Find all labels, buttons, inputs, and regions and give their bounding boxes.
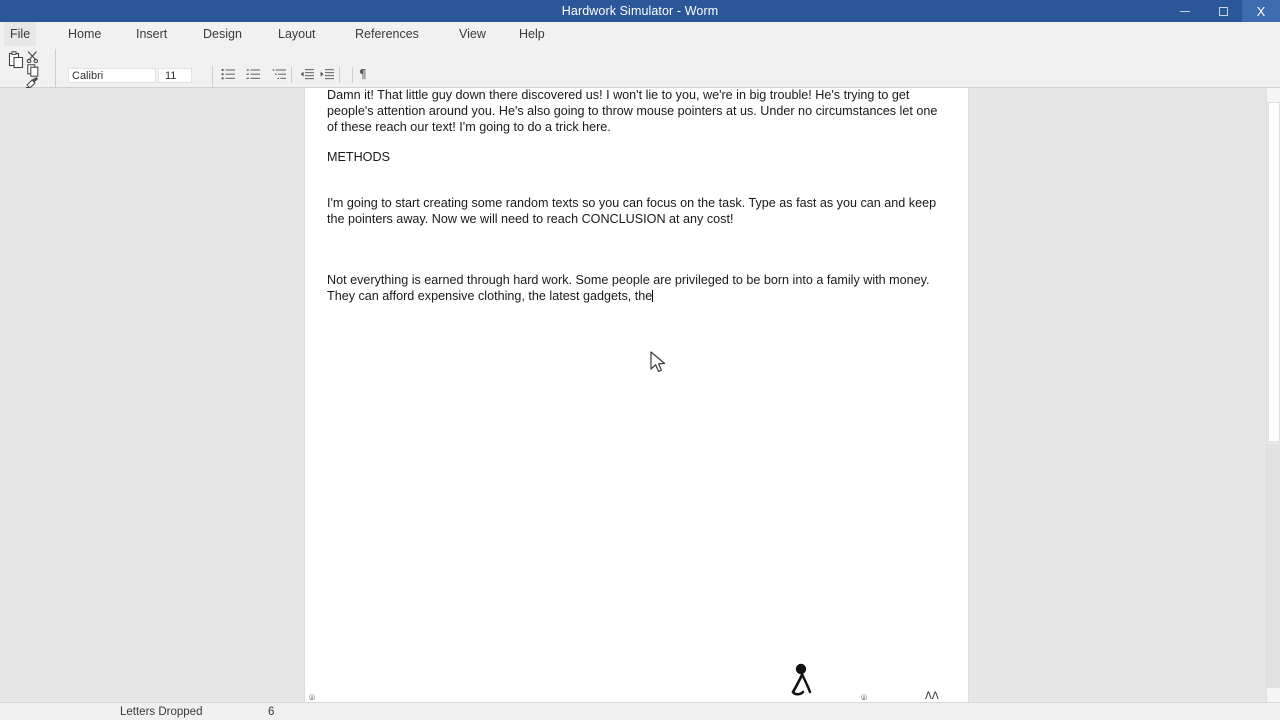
window-controls: X	[1166, 0, 1280, 22]
svg-text:¶: ¶	[359, 67, 367, 81]
tab-view[interactable]: View	[459, 22, 486, 46]
scroll-down-button[interactable]	[1267, 688, 1280, 702]
scroll-up-button[interactable]	[1267, 88, 1280, 102]
pointer-glyph-right: ᐱᐱ	[925, 691, 939, 702]
multilevel-list-icon[interactable]	[272, 68, 287, 81]
tab-help[interactable]: Help	[519, 22, 545, 46]
document-canvas[interactable]: Damn it! That little guy down there disc…	[0, 88, 1266, 702]
ribbon-divider-marks	[339, 67, 340, 83]
tab-file[interactable]: File	[4, 22, 37, 46]
maximize-button[interactable]	[1204, 0, 1242, 22]
tab-references[interactable]: References	[355, 22, 419, 46]
bullet-list-icon[interactable]	[221, 68, 236, 81]
tab-design[interactable]: Design	[203, 22, 242, 46]
scrollbar-thumb[interactable]	[1268, 102, 1280, 442]
font-size-input[interactable]: 11	[158, 68, 192, 83]
paste-icon[interactable]	[8, 51, 24, 69]
window-title: Hardwork Simulator - Worm	[561, 4, 719, 18]
scissors-icon[interactable]	[26, 50, 39, 63]
show-formatting-marks-icon[interactable]: ¶	[359, 67, 369, 81]
paragraph-intro: Damn it! That little guy down there disc…	[327, 88, 941, 134]
vertical-scrollbar[interactable]	[1266, 88, 1280, 702]
paragraph-last-text: Not everything is earned through hard wo…	[327, 273, 933, 303]
worm-sprite	[789, 663, 819, 699]
text-caret	[652, 290, 654, 302]
increase-indent-icon[interactable]	[320, 68, 335, 81]
minimize-button[interactable]	[1166, 0, 1204, 22]
pointer-glyph-mid: ⌾	[861, 693, 867, 702]
application-window: Hardwork Simulator - Worm X File Home In…	[0, 0, 1280, 720]
title-bar: Hardwork Simulator - Worm X	[0, 0, 1280, 22]
minimize-icon	[1180, 10, 1190, 12]
decrease-indent-icon[interactable]	[300, 68, 315, 81]
close-button[interactable]: X	[1242, 0, 1280, 22]
copy-icon[interactable]	[27, 64, 39, 77]
document-page[interactable]: Damn it! That little guy down there disc…	[305, 88, 968, 702]
letters-dropped-value: 6	[268, 706, 275, 718]
close-icon: X	[1256, 3, 1266, 19]
clipboard-group	[4, 48, 60, 89]
font-name-input[interactable]: Calibri	[68, 68, 156, 83]
tab-home[interactable]: Home	[68, 22, 101, 46]
ribbon: File Home Insert Design Layout Reference…	[0, 22, 1280, 104]
mouse-cursor-arrow	[650, 351, 666, 372]
ribbon-divider-indent	[291, 67, 292, 83]
paragraph-body: I'm going to start creating some random …	[327, 196, 940, 226]
paragraph-methods-heading: METHODS	[327, 150, 390, 164]
menu-bar: File Home Insert Design Layout Reference…	[0, 22, 1280, 46]
pointer-glyph-left: ⌾	[309, 693, 315, 702]
letters-dropped-label: Letters Dropped	[120, 706, 203, 718]
tab-insert[interactable]: Insert	[136, 22, 167, 46]
status-bar: Letters Dropped 6	[0, 702, 1280, 720]
maximize-icon	[1218, 6, 1228, 16]
paragraph-last: Not everything is earned through hard wo…	[327, 272, 947, 304]
scrollbar-track[interactable]	[1267, 444, 1280, 688]
tab-layout[interactable]: Layout	[278, 22, 316, 46]
ribbon-divider-marks2	[352, 67, 353, 83]
numbered-list-icon[interactable]	[246, 68, 261, 81]
